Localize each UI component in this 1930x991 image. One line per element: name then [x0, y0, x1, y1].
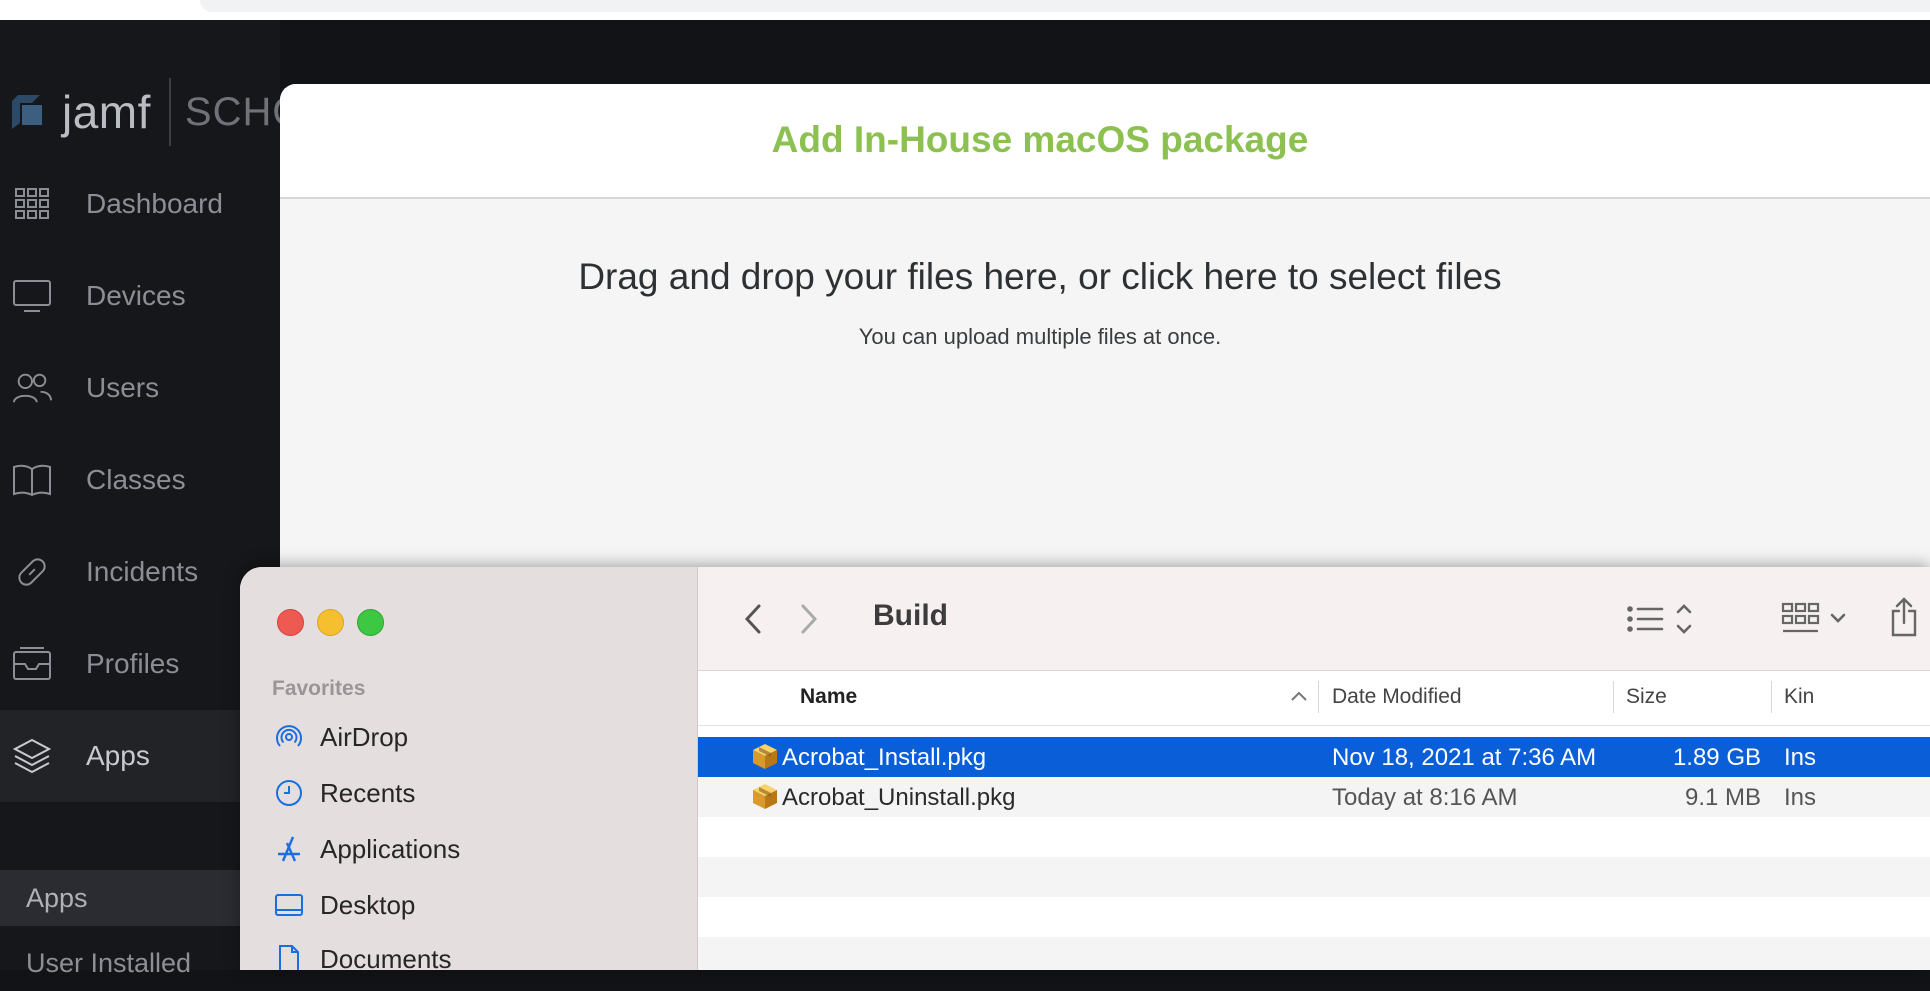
file-date: Nov 18, 2021 at 7:36 AM — [1332, 744, 1597, 771]
package-icon — [750, 741, 780, 771]
dropzone-subtitle: You can upload multiple files at once. — [858, 324, 1222, 349]
applications-icon — [274, 834, 304, 864]
sidebar-item-label: Classes — [86, 464, 186, 495]
sidebar-item-label: Apps — [86, 740, 150, 771]
list-view-icon[interactable] — [1626, 601, 1696, 637]
empty-row — [698, 857, 1930, 897]
sidebar-item-incidents[interactable]: Incidents — [0, 526, 280, 618]
sidebar-item-profiles[interactable]: Profiles — [0, 618, 280, 710]
desktop-icon — [274, 890, 304, 920]
column-date-header[interactable]: Date Modified — [1332, 685, 1462, 709]
column-separator[interactable] — [1318, 681, 1319, 713]
logo-divider — [168, 78, 171, 146]
sidebar-item-dashboard[interactable]: Dashboard — [0, 158, 280, 250]
sort-ascending-icon — [1290, 689, 1308, 707]
column-size-header[interactable]: Size — [1626, 685, 1667, 709]
column-kind-header[interactable]: Kin — [1784, 685, 1814, 709]
users-icon — [12, 368, 52, 408]
jamf-logo-mark-icon — [12, 95, 50, 129]
group-grid-icon[interactable] — [1780, 601, 1850, 637]
sidebar-item-users[interactable]: Users — [0, 342, 280, 434]
empty-row — [698, 897, 1930, 937]
finder-toolbar: Build — [698, 567, 1930, 671]
package-icon — [750, 781, 780, 811]
column-separator[interactable] — [1771, 681, 1772, 713]
column-name-header[interactable]: Name — [800, 685, 857, 709]
sidebar-item-classes[interactable]: Classes — [0, 434, 280, 526]
book-icon — [12, 460, 52, 500]
airdrop-icon — [274, 722, 304, 752]
sidebar-item-recents[interactable]: Recents — [274, 773, 415, 813]
sidebar-item-devices[interactable]: Devices — [0, 250, 280, 342]
sidebar-item-documents[interactable]: Documents — [274, 939, 452, 970]
file-size: 9.1 MB — [1684, 784, 1761, 811]
subnav-item-apps[interactable]: Apps — [0, 870, 280, 926]
modal-header: Add In-House macOS package — [280, 84, 1930, 199]
browser-toolbar — [0, 0, 1930, 20]
jamf-logo: jamf SCHO — [12, 78, 304, 146]
modal-title: Add In-House macOS package — [771, 119, 1309, 160]
file-size: 1.89 GB — [1672, 744, 1761, 771]
finder-window: Favorites AirDrop Recents Applications D… — [240, 567, 1930, 970]
finder-sidebar: Favorites AirDrop Recents Applications D… — [240, 567, 698, 970]
sidebar-item-label: Applications — [320, 833, 461, 864]
sidebar-item-label: Profiles — [86, 648, 180, 679]
zoom-window-button[interactable] — [357, 609, 384, 636]
file-row-acrobat-install[interactable]: Acrobat_Install.pkg Nov 18, 2021 at 7:36… — [698, 737, 1930, 777]
file-name: Acrobat_Install.pkg — [782, 744, 987, 771]
subnav-item-user-installed[interactable]: User Installed — [0, 935, 280, 991]
sidebar-item-airdrop[interactable]: AirDrop — [274, 717, 408, 757]
back-chevron-icon[interactable] — [738, 601, 768, 637]
dropzone-title[interactable]: Drag and drop your files here, or click … — [280, 256, 1800, 298]
sidebar-item-desktop[interactable]: Desktop — [274, 885, 415, 925]
bandage-icon — [12, 552, 52, 592]
clock-icon — [274, 778, 304, 808]
sidebar-item-label: AirDrop — [320, 721, 409, 752]
file-kind: Ins — [1784, 784, 1817, 811]
sidebar-item-applications[interactable]: Applications — [274, 829, 460, 869]
sidebar-item-label: Devices — [86, 280, 186, 311]
sidebar-item-label: Users — [86, 372, 160, 403]
empty-row — [698, 937, 1930, 970]
file-name: Acrobat_Uninstall.pkg — [782, 784, 1016, 811]
file-row-acrobat-uninstall[interactable]: Acrobat_Uninstall.pkg Today at 8:16 AM 9… — [698, 777, 1930, 817]
browser-address-area — [200, 0, 1930, 12]
empty-row — [698, 817, 1930, 857]
sidebar-item-label: Recents — [320, 777, 416, 808]
column-header-row: Name Date Modified Size Kin — [698, 671, 1930, 726]
app-sidebar: jamf SCHO Dashboard Devices Users Classe… — [0, 20, 303, 978]
inbox-icon — [12, 644, 52, 684]
close-window-button[interactable] — [277, 609, 304, 636]
column-separator[interactable] — [1613, 681, 1614, 713]
file-kind: Ins — [1784, 744, 1817, 771]
sidebar-item-label: Incidents — [86, 556, 199, 587]
monitor-icon — [12, 276, 52, 316]
file-date: Today at 8:16 AM — [1332, 784, 1518, 811]
sidebar-item-label: Desktop — [320, 889, 416, 920]
sidebar-item-label: Documents — [320, 943, 452, 971]
share-icon[interactable] — [1886, 595, 1922, 639]
logo-text: jamf — [62, 86, 151, 138]
minimize-window-button[interactable] — [317, 609, 344, 636]
forward-chevron-icon[interactable] — [794, 601, 824, 637]
grid-icon — [12, 184, 52, 224]
sidebar-item-label: Dashboard — [86, 188, 223, 219]
sidebar-item-apps[interactable]: Apps — [0, 710, 280, 802]
finder-content: Build Name Date Modified Size Kin Acroba… — [698, 567, 1930, 970]
layers-icon — [12, 736, 52, 776]
folder-title: Build — [873, 599, 948, 632]
favorites-heading: Favorites — [272, 677, 366, 700]
document-icon — [274, 944, 304, 970]
